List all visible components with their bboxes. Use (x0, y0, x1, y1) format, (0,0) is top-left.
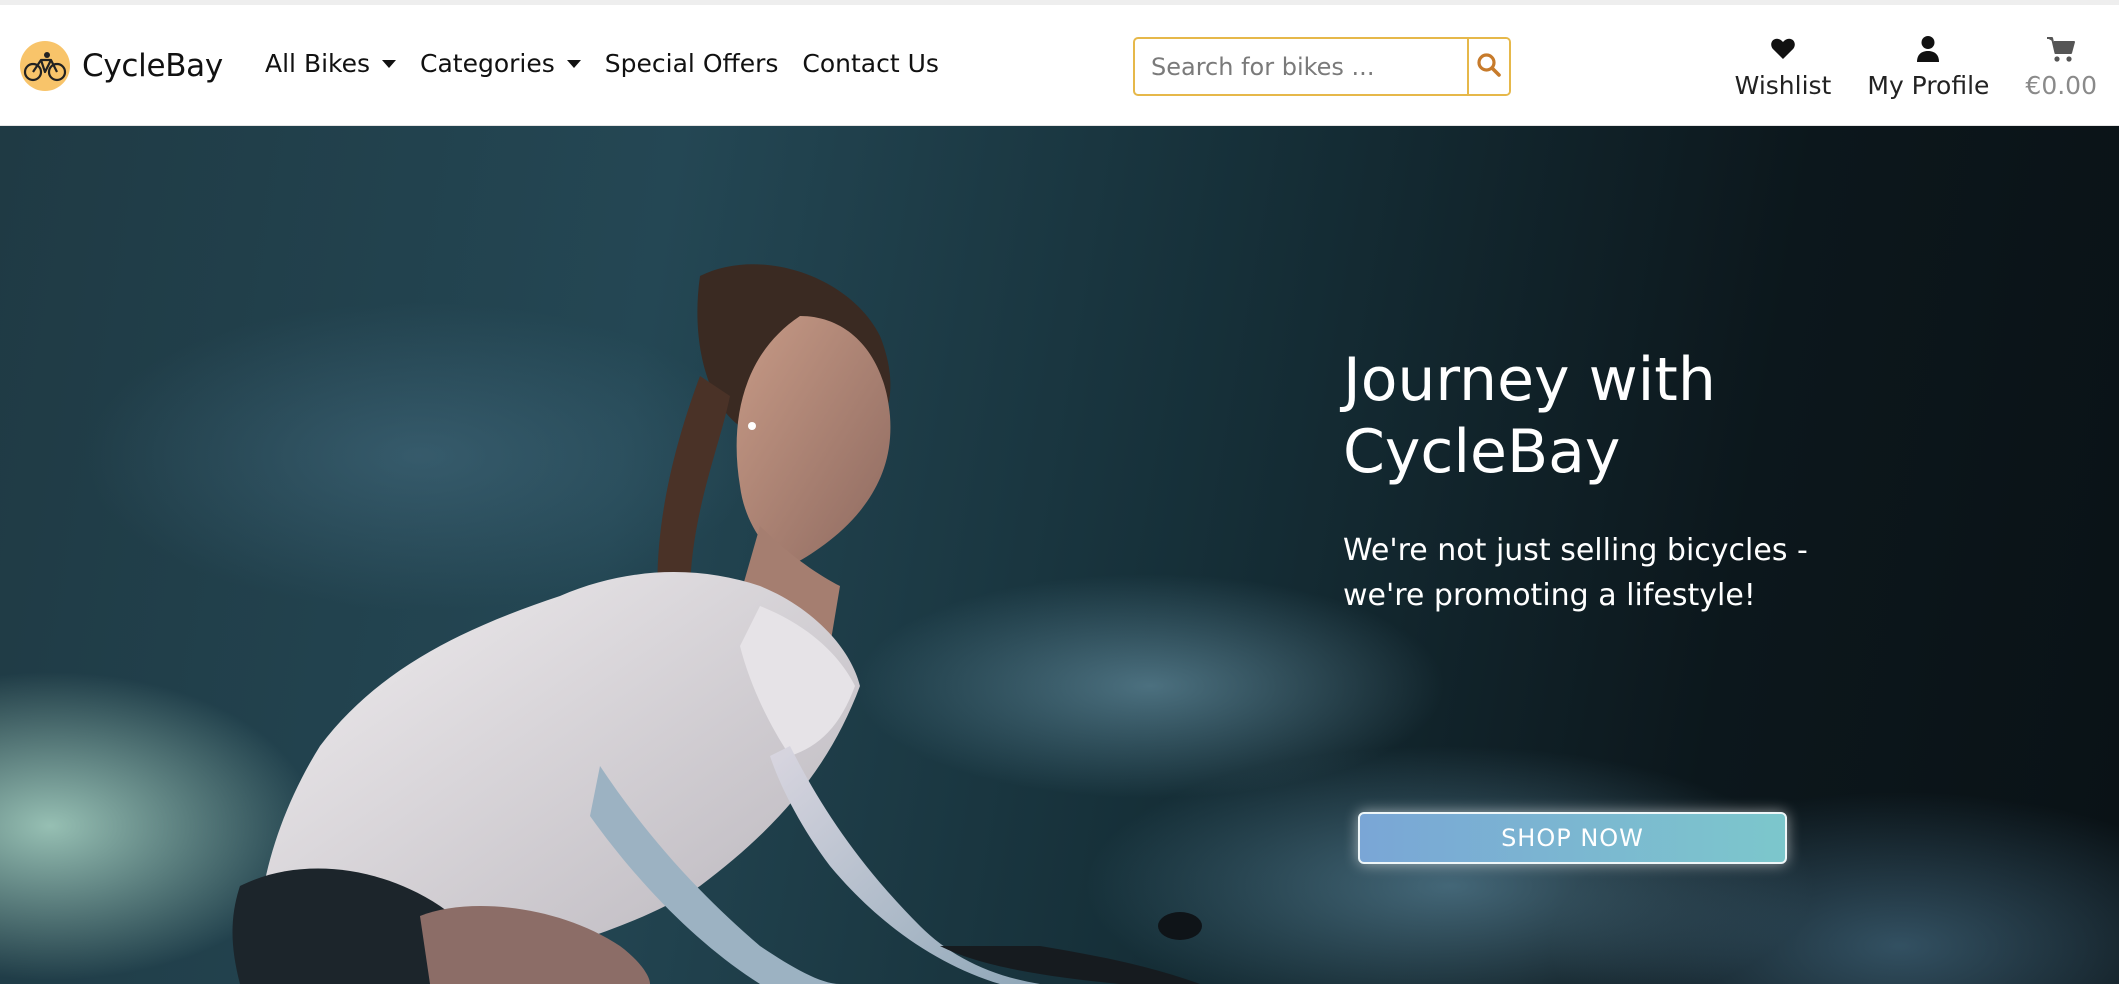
cart-link[interactable]: €0.00 (2025, 33, 2097, 100)
account-actions: Wishlist My Profile €0.00 (1735, 33, 2097, 100)
bicycle-icon (20, 41, 70, 91)
hero-content: Journey with CycleBay We're not just sel… (1343, 344, 1943, 618)
shop-now-button[interactable]: SHOP NOW (1358, 812, 1787, 864)
caret-down-icon (566, 59, 581, 68)
shopping-cart-icon (2046, 33, 2076, 65)
brand-link[interactable]: CycleBay (20, 41, 223, 91)
heart-icon (1770, 33, 1796, 65)
user-icon (1916, 33, 1940, 65)
hero-banner: Journey with CycleBay We're not just sel… (0, 126, 2119, 984)
nav-special-offers[interactable]: Special Offers (605, 49, 779, 78)
hero-subtitle-line-1: We're not just selling bicycles - (1343, 533, 1808, 568)
search-form (1133, 37, 1511, 96)
profile-link[interactable]: My Profile (1867, 33, 1989, 100)
main-nav: All Bikes Categories Special Offers Cont… (265, 49, 963, 78)
hero-title: Journey with CycleBay (1343, 344, 1943, 488)
hero-title-line-2: CycleBay (1343, 417, 1621, 487)
nav-categories-label: Categories (420, 49, 555, 78)
nav-all-bikes[interactable]: All Bikes (265, 49, 397, 78)
nav-contact-us[interactable]: Contact Us (802, 49, 939, 78)
nav-all-bikes-label: All Bikes (265, 49, 371, 78)
search-button[interactable] (1467, 39, 1509, 94)
wishlist-link[interactable]: Wishlist (1734, 33, 1832, 100)
profile-label: My Profile (1867, 71, 1990, 100)
navbar: CycleBay All Bikes Categories Special Of… (0, 5, 2119, 126)
hero-subtitle-line-2: we're promoting a lifestyle! (1343, 578, 1756, 613)
caret-down-icon (382, 59, 397, 68)
wishlist-label: Wishlist (1734, 71, 1832, 100)
hero-subtitle: We're not just selling bicycles - we're … (1343, 528, 1943, 618)
nav-contact-us-label: Contact Us (802, 49, 939, 78)
search-icon (1476, 52, 1502, 81)
brand-name: CycleBay (82, 48, 223, 84)
nav-categories[interactable]: Categories (420, 49, 581, 78)
search-input[interactable] (1135, 39, 1467, 94)
cart-total: €0.00 (2025, 71, 2097, 100)
nav-special-offers-label: Special Offers (604, 49, 779, 78)
hero-title-line-1: Journey with (1343, 345, 1716, 415)
